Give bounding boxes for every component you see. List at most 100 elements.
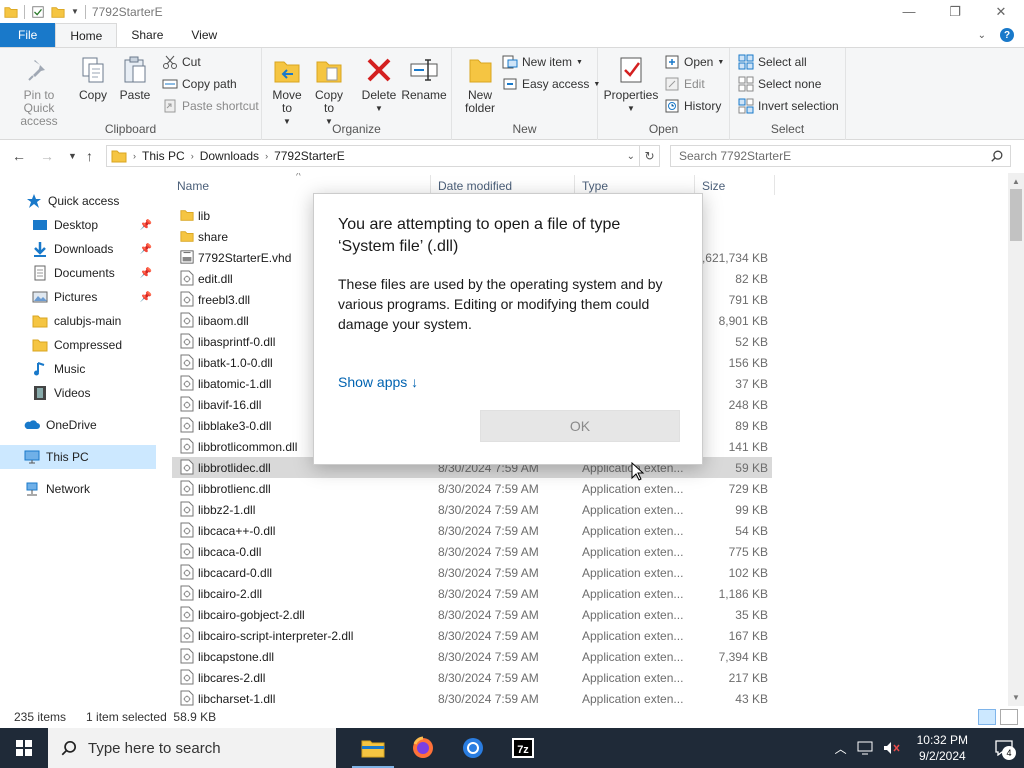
- column-header-date[interactable]: Date modified: [438, 179, 512, 193]
- taskbar-file-explorer[interactable]: [348, 728, 398, 768]
- customize-toolbar-dropdown-icon[interactable]: ▼: [71, 7, 79, 16]
- select-all-button[interactable]: Select all: [738, 54, 807, 70]
- cut-button[interactable]: Cut: [162, 54, 201, 70]
- vertical-scrollbar[interactable]: ▲ ▼: [1008, 173, 1024, 706]
- select-none-button[interactable]: Select none: [738, 76, 821, 92]
- properties-button[interactable]: Properties ▼: [604, 54, 658, 115]
- documents-icon: [34, 265, 46, 281]
- paste-label: Paste: [119, 88, 151, 102]
- nav-this-pc[interactable]: This PC: [0, 445, 156, 469]
- large-icons-view-icon[interactable]: [1000, 709, 1018, 725]
- file-row[interactable]: libcares-2.dll 8/30/2024 7:59 AM Applicati…: [172, 667, 772, 688]
- details-view-icon[interactable]: [978, 709, 996, 725]
- start-button[interactable]: [0, 728, 48, 768]
- file-row[interactable]: libcapstone.dll 8/30/2024 7:59 AM Applicat…: [172, 646, 772, 667]
- file-row[interactable]: libcairo-gobject-2.dll 8/30/2024 7:59 AM A…: [172, 604, 772, 625]
- scroll-thumb[interactable]: [1010, 189, 1022, 241]
- nav-documents[interactable]: Documents 📌: [0, 261, 156, 285]
- show-apps-link[interactable]: Show apps ↓: [338, 374, 418, 390]
- copy-to-button[interactable]: Copy to ▼: [312, 54, 346, 128]
- scroll-up-arrow-icon[interactable]: ▲: [1012, 177, 1020, 186]
- column-divider[interactable]: [774, 175, 775, 195]
- move-to-button[interactable]: Move to ▼: [270, 54, 304, 128]
- breadcrumb-downloads[interactable]: Downloads: [194, 149, 265, 163]
- file-row[interactable]: libcaca++-0.dll 8/30/2024 7:59 AM Applicat…: [172, 520, 772, 541]
- open-button[interactable]: Open ▼: [664, 54, 724, 70]
- paste-button[interactable]: Paste: [118, 54, 152, 102]
- paste-shortcut-button[interactable]: Paste shortcut: [162, 98, 259, 114]
- copy-to-icon: [316, 61, 342, 83]
- nav-pictures[interactable]: Pictures 📌: [0, 285, 156, 309]
- delete-button[interactable]: Delete ▼: [360, 54, 398, 115]
- column-divider[interactable]: [574, 175, 575, 195]
- nav-network[interactable]: Network: [0, 477, 156, 501]
- column-divider[interactable]: [430, 175, 431, 195]
- back-arrow-icon[interactable]: ←: [12, 148, 26, 164]
- tab-home[interactable]: Home: [55, 23, 118, 47]
- new-folder-icon[interactable]: [51, 5, 65, 19]
- file-row[interactable]: libcharset-1.dll 8/30/2024 7:59 AM Applica…: [172, 688, 772, 706]
- search-input[interactable]: Search 7792StarterE: [670, 145, 1011, 167]
- forward-arrow-icon[interactable]: →: [40, 148, 54, 164]
- tab-view[interactable]: View: [177, 23, 231, 47]
- copy-path-button[interactable]: Copy path: [162, 76, 237, 92]
- rename-button[interactable]: Rename: [401, 54, 447, 102]
- collapse-ribbon-chevron-icon[interactable]: ⌄: [978, 30, 986, 41]
- ok-button[interactable]: OK: [480, 410, 680, 442]
- address-bar[interactable]: › This PC › Downloads › 7792StarterE ⌄: [106, 145, 640, 167]
- new-item-button[interactable]: New item ▼: [502, 54, 583, 70]
- folder-icon: [32, 315, 48, 328]
- nav-quick-access[interactable]: Quick access: [0, 189, 156, 213]
- column-header-name[interactable]: Name: [177, 179, 209, 193]
- volume-muted-icon[interactable]: [883, 741, 901, 755]
- breadcrumb-this-pc[interactable]: This PC: [136, 149, 191, 163]
- taskbar-chrome[interactable]: [448, 728, 498, 768]
- file-row[interactable]: libbrotlienc.dll 8/30/2024 7:59 AM Applica…: [172, 478, 772, 499]
- separator: [24, 4, 25, 19]
- file-row[interactable]: libcaca-0.dll 8/30/2024 7:59 AM Applicatio…: [172, 541, 772, 562]
- network-monitor-icon[interactable]: [857, 741, 873, 755]
- properties-check-icon[interactable]: [31, 5, 45, 19]
- minimize-button[interactable]: —: [886, 0, 932, 23]
- taskbar-firefox[interactable]: [398, 728, 448, 768]
- help-icon[interactable]: ?: [1000, 28, 1014, 42]
- action-center-button[interactable]: 4: [984, 728, 1024, 768]
- column-header-type[interactable]: Type: [582, 179, 608, 193]
- file-row[interactable]: libbz2-1.dll 8/30/2024 7:59 AM Application…: [172, 499, 772, 520]
- nav-calubjs-main[interactable]: calubjs-main: [0, 309, 156, 333]
- address-dropdown-chevron-icon[interactable]: ⌄: [627, 151, 635, 162]
- up-arrow-icon[interactable]: ↑: [86, 148, 93, 164]
- nav-desktop[interactable]: Desktop 📌: [0, 213, 156, 237]
- new-folder-button[interactable]: New folder: [460, 54, 500, 115]
- nav-compressed[interactable]: Compressed: [0, 333, 156, 357]
- file-row[interactable]: libcairo-2.dll 8/30/2024 7:59 AM Applicati…: [172, 583, 772, 604]
- scroll-down-arrow-icon[interactable]: ▼: [1012, 693, 1020, 702]
- taskbar-7zip[interactable]: 7z: [498, 728, 548, 768]
- history-button[interactable]: History: [664, 98, 721, 114]
- show-hidden-icons-chevron-icon[interactable]: ︿: [835, 740, 847, 757]
- nav-downloads[interactable]: Downloads 📌: [0, 237, 156, 261]
- refresh-icon[interactable]: ↻: [640, 145, 660, 167]
- tab-file[interactable]: File: [0, 23, 56, 47]
- clock[interactable]: 10:32 PM 9/2/2024: [911, 732, 974, 764]
- recent-locations-chevron-icon[interactable]: ▼: [68, 151, 77, 161]
- nav-music[interactable]: Music: [0, 357, 156, 381]
- computer-icon: [24, 450, 40, 464]
- column-header-size[interactable]: Size: [702, 179, 725, 193]
- nav-videos[interactable]: Videos: [0, 381, 156, 405]
- nav-onedrive[interactable]: OneDrive: [0, 413, 156, 437]
- dialog-title: You are attempting to open a file of typ…: [338, 216, 621, 255]
- taskbar-search-input[interactable]: Type here to search: [48, 728, 336, 768]
- column-divider[interactable]: [694, 175, 695, 195]
- invert-selection-button[interactable]: Invert selection: [738, 98, 839, 114]
- file-row[interactable]: libcacard-0.dll 8/30/2024 7:59 AM Applicat…: [172, 562, 772, 583]
- maximize-button[interactable]: ❐: [932, 0, 978, 23]
- breadcrumb-current-folder[interactable]: 7792StarterE: [268, 149, 351, 163]
- close-button[interactable]: ✕: [978, 0, 1024, 23]
- file-row[interactable]: libcairo-script-interpreter-2.dll 8/30/20…: [172, 625, 772, 646]
- pin-to-quick-access-button[interactable]: Pin to Quick access: [6, 54, 72, 128]
- edit-button[interactable]: Edit: [664, 76, 705, 92]
- copy-button[interactable]: Copy: [76, 54, 110, 102]
- tab-share[interactable]: Share: [117, 23, 177, 47]
- easy-access-button[interactable]: Easy access ▼: [502, 76, 600, 92]
